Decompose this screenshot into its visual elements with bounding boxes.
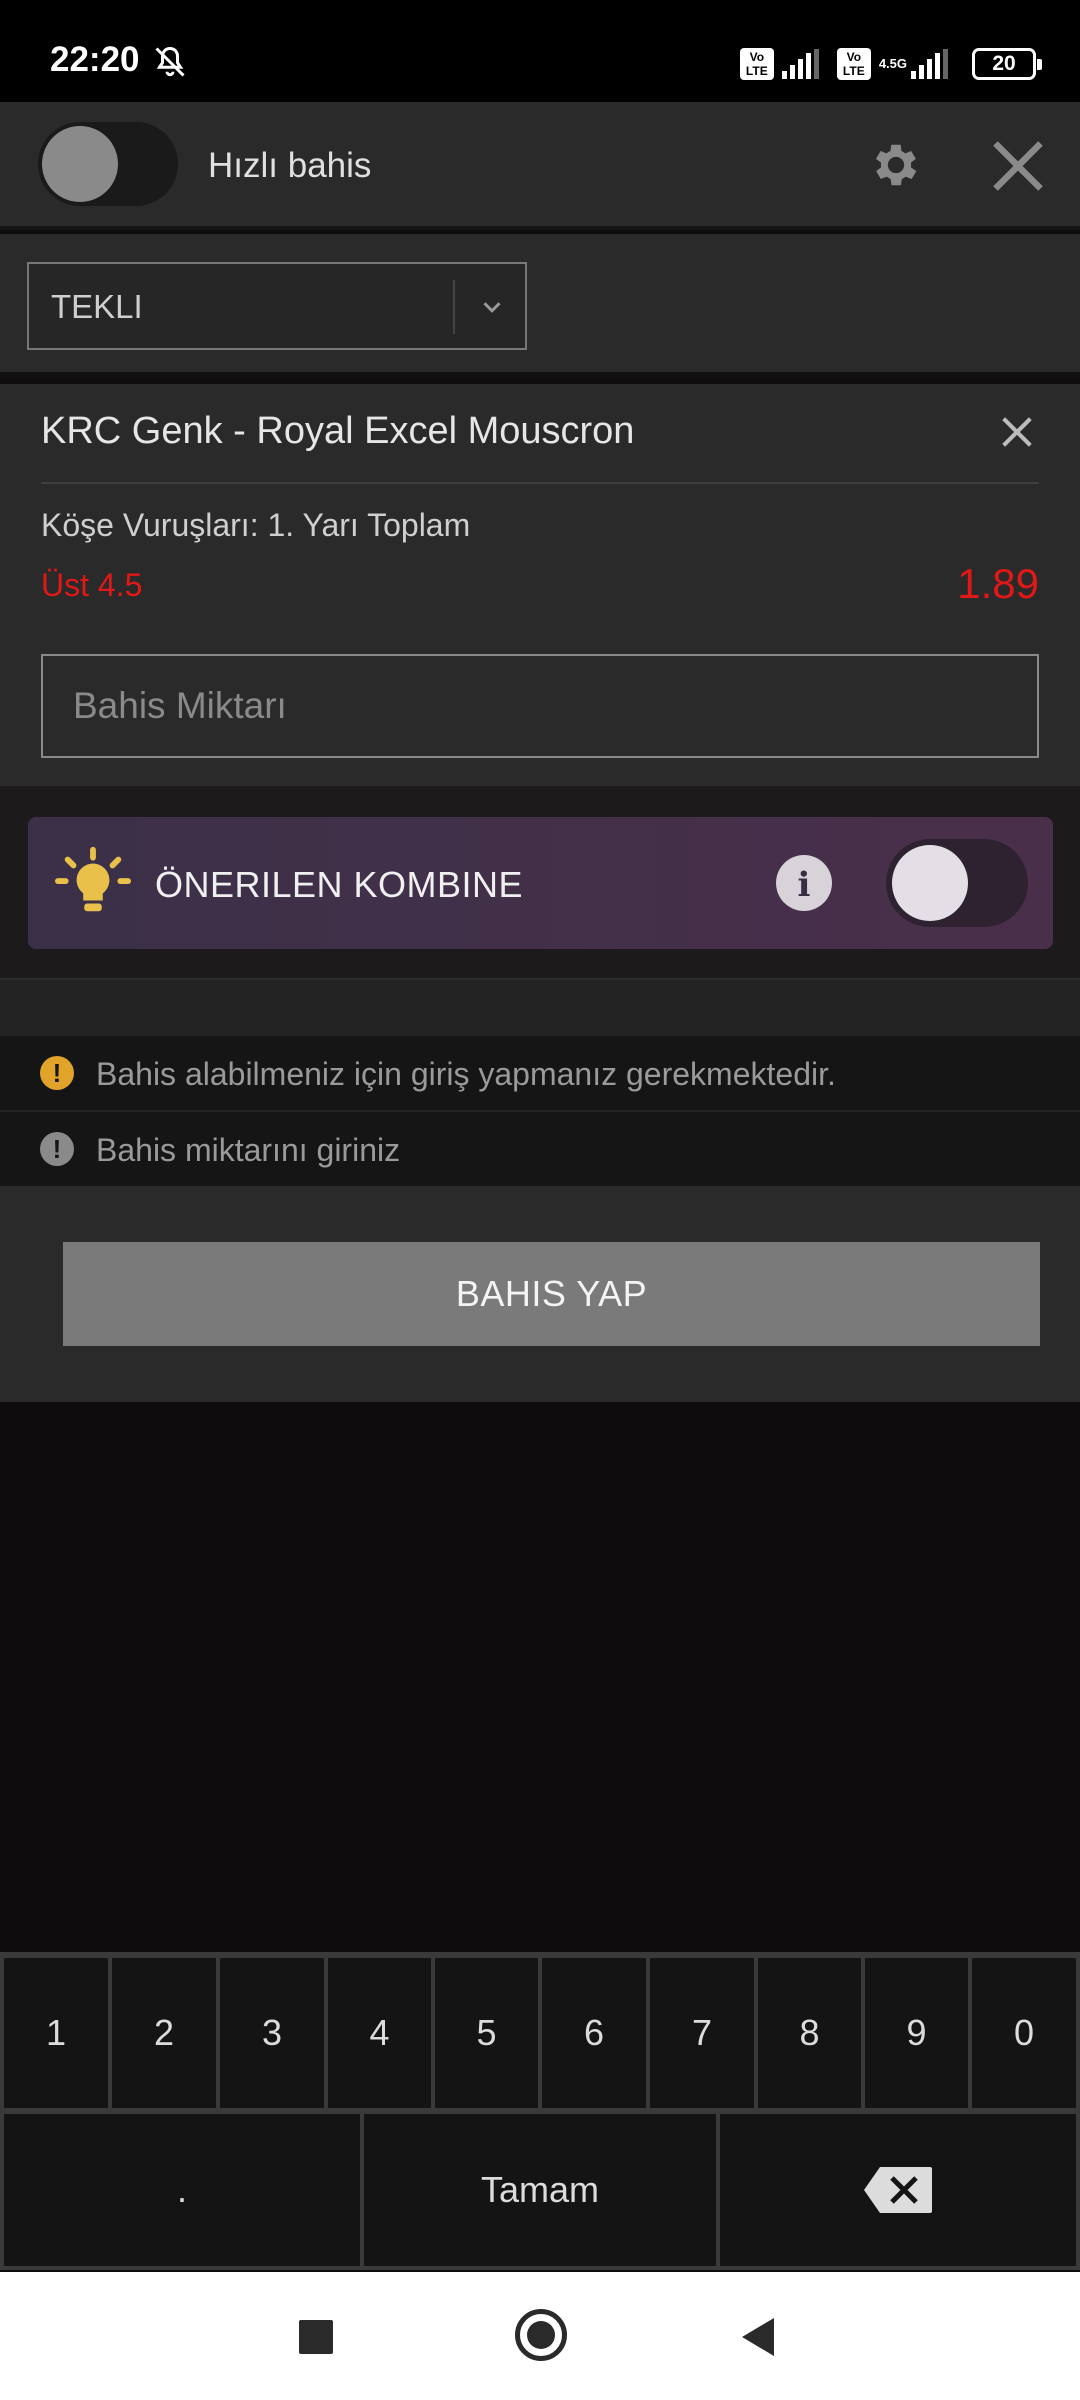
key-1[interactable]: 1 [4,1958,108,2108]
network-type: 4.5G [878,56,907,71]
signal-icon [781,49,819,79]
section-spacer [0,978,1080,1036]
key-7[interactable]: 7 [650,1958,754,2108]
close-icon[interactable] [988,136,1048,196]
key-8[interactable]: 8 [758,1958,861,2108]
message-enter-amount: ! Bahis miktarını giriniz [0,1110,1080,1184]
card-divider [41,482,1039,484]
back-icon[interactable] [740,2316,776,2358]
market-name: Köşe Vuruşları: 1. Yarı Toplam [41,507,471,543]
key-9[interactable]: 9 [865,1958,968,2108]
message-text: Bahis alabilmeniz için giriş yapmanız ge… [96,1056,836,1092]
bell-muted-icon [155,46,185,77]
key-dot[interactable]: . [4,2114,360,2266]
key-0[interactable]: 0 [972,1958,1076,2108]
message-login-required: ! Bahis alabilmeniz için giriş yapmanız … [0,1036,1080,1110]
info-glyph: i [797,865,811,905]
bet-type-value: TEKLI [51,288,143,325]
message-text: Bahis miktarını giriniz [96,1132,401,1168]
key-4[interactable]: 4 [328,1958,431,2108]
key-3[interactable]: 3 [220,1958,324,2108]
suggested-combo-banner: ÖNERILEN KOMBINE i [28,817,1053,949]
key-6[interactable]: 6 [542,1958,646,2108]
system-nav-bar [0,2272,1080,2400]
quick-bet-label: Hızlı bahis [208,146,372,185]
place-bet-area: BAHIS YAP [0,1186,1080,1402]
backspace-icon [864,2167,932,2213]
match-title: KRC Genk - Royal Excel Mouscron [41,410,635,452]
toggle-knob [42,126,118,202]
battery-icon: 20 [972,48,1042,80]
key-done[interactable]: Tamam [364,2114,716,2266]
lightbulb-icon [54,847,132,912]
info-icon[interactable]: i [776,855,832,911]
key-2[interactable]: 2 [112,1958,216,2108]
gear-icon[interactable] [868,137,924,193]
bet-amount-input[interactable] [41,654,1039,758]
warning-icon: ! [40,1132,74,1166]
selection-name: Üst 4.5 [41,567,143,603]
warning-icon: ! [40,1056,74,1090]
remove-bet-icon[interactable] [997,412,1037,452]
signal-icon-2 [911,49,948,79]
numeric-keypad: 1 2 3 4 5 6 7 8 9 0 . Tamam [0,1952,1080,2270]
place-bet-button[interactable]: BAHIS YAP [63,1242,1040,1346]
volte-badge-2: Vo LTE [836,48,871,80]
key-5[interactable]: 5 [435,1958,538,2108]
suggested-combo-label: ÖNERILEN KOMBINE [155,864,524,905]
bet-card: KRC Genk - Royal Excel Mouscron Köşe Vur… [0,384,1080,786]
toggle-knob [892,845,968,921]
bet-slip-header: Hızlı bahis [0,102,1080,230]
odds-value: 1.89 [957,560,1039,607]
chevron-down-icon [483,302,501,313]
quick-bet-toggle[interactable] [38,122,178,206]
suggested-combo-toggle[interactable] [886,839,1028,927]
key-backspace[interactable] [720,2114,1076,2266]
battery-level: 20 [992,52,1016,75]
home-icon[interactable] [515,2309,567,2361]
select-divider [453,280,455,334]
bet-messages: ! Bahis alabilmeniz için giriş yapmanız … [0,1036,1080,1186]
bet-type-row: TEKLI [0,234,1080,378]
status-bar: 22:20 Vo LTE Vo LTE 4.5G 20 [0,0,1080,102]
volte-badge: Vo LTE [739,48,774,80]
bet-type-select[interactable]: TEKLI [27,262,527,350]
status-time: 22:20 [50,40,140,79]
status-indicators: Vo LTE Vo LTE 4.5G 20 [739,44,1042,84]
suggested-combo-section: ÖNERILEN KOMBINE i [0,786,1080,978]
recents-icon[interactable] [299,2320,333,2354]
